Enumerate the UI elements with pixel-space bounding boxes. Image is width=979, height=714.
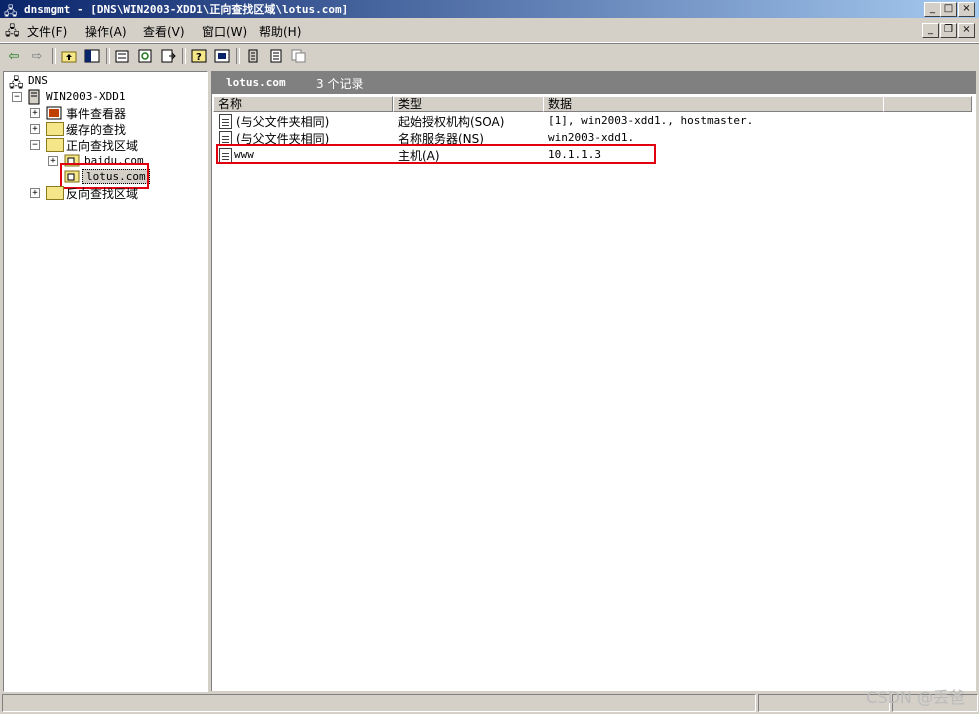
column-type[interactable]: 类型 xyxy=(393,96,544,112)
record-type: 起始授权机构(SOA) xyxy=(398,115,505,129)
collapse-icon[interactable]: − xyxy=(12,92,22,102)
column-name[interactable]: 名称 xyxy=(213,96,393,112)
highlight-box xyxy=(216,144,656,164)
column-filler xyxy=(883,96,972,112)
expand-icon[interactable]: + xyxy=(30,188,40,198)
new-record-icon[interactable] xyxy=(244,47,262,65)
console-menu-icon[interactable]: 🖧 xyxy=(5,22,20,44)
details-header: lotus.com 3 个记录 xyxy=(212,72,976,94)
menu-bar: 🖧 文件(F) 操作(A) 查看(V) 窗口(W) 帮助(H) _ ❐ × xyxy=(0,19,979,43)
window-title: dnsmgmt - [DNS\WIN2003-XDD1\正向查找区域\lotus… xyxy=(24,3,349,16)
toolbar-separator xyxy=(182,48,186,64)
status-cell xyxy=(2,694,756,712)
folder-open-icon xyxy=(46,138,64,152)
menu-window[interactable]: 窗口(W) xyxy=(202,23,247,40)
console-icon[interactable] xyxy=(213,47,231,65)
refresh-icon[interactable] xyxy=(136,47,154,65)
menu-file[interactable]: 文件(F) xyxy=(27,23,67,40)
expand-icon[interactable]: + xyxy=(30,124,40,134)
expand-icon[interactable]: + xyxy=(48,156,58,166)
zone-title: lotus.com xyxy=(226,76,286,89)
maximize-button[interactable]: □ xyxy=(940,2,957,17)
help-icon[interactable]: ? xyxy=(190,47,208,65)
tree-item-event-viewer[interactable]: 事件查看器 xyxy=(66,105,126,122)
folder-icon xyxy=(46,122,64,136)
new-record-2-icon[interactable] xyxy=(267,47,285,65)
record-data: win2003-xdd1. xyxy=(548,131,635,144)
tree-item-reverse-zones[interactable]: 反向查找区域 xyxy=(66,185,138,202)
console-tree[interactable]: 🖧 DNS − WIN2003-XDD1 + 事件查看器 + 缓存的查找 − 正… xyxy=(3,71,208,692)
forward-icon[interactable]: ⇨ xyxy=(28,47,46,65)
folder-icon xyxy=(46,186,64,200)
title-bar: 🖧 dnsmgmt - [DNS\WIN2003-XDD1\正向查找区域\lot… xyxy=(0,0,979,18)
toolbar-separator xyxy=(52,48,56,64)
child-close-button[interactable]: × xyxy=(958,23,975,38)
server-icon xyxy=(28,89,40,105)
toolbar-separator xyxy=(106,48,110,64)
up-folder-icon[interactable] xyxy=(60,47,78,65)
collapse-icon[interactable]: − xyxy=(30,140,40,150)
details-pane: lotus.com 3 个记录 名称 类型 数据 (与父文件夹相同) 起始授权机… xyxy=(211,71,976,691)
show-hide-tree-icon[interactable] xyxy=(83,47,101,65)
record-icon xyxy=(219,114,232,129)
menu-action[interactable]: 操作(A) xyxy=(85,23,127,40)
back-icon[interactable]: ⇦ xyxy=(5,47,23,65)
tree-item-server[interactable]: WIN2003-XDD1 xyxy=(46,90,125,103)
toolbar: ⇦ ⇨ ? xyxy=(0,43,979,68)
minimize-button[interactable]: _ xyxy=(924,2,941,17)
column-data[interactable]: 数据 xyxy=(543,96,884,112)
menu-view[interactable]: 查看(V) xyxy=(143,23,185,40)
event-viewer-icon xyxy=(46,106,62,120)
child-minimize-button[interactable]: _ xyxy=(922,23,939,38)
tree-item-forward-zones[interactable]: 正向查找区域 xyxy=(66,137,138,154)
toolbar-separator xyxy=(236,48,240,64)
tree-item-dns[interactable]: DNS xyxy=(28,74,48,87)
status-bar xyxy=(0,692,979,714)
watermark: CSDN @丢爸 xyxy=(866,688,965,707)
menu-help[interactable]: 帮助(H) xyxy=(259,23,301,40)
export-list-icon[interactable] xyxy=(159,47,177,65)
properties-icon[interactable] xyxy=(113,47,131,65)
child-restore-button[interactable]: ❐ xyxy=(940,23,957,38)
record-data: [1], win2003-xdd1., hostmaster. xyxy=(548,114,754,127)
record-count: 3 个记录 xyxy=(316,77,364,91)
tree-item-cached-lookups[interactable]: 缓存的查找 xyxy=(66,121,126,138)
expand-icon[interactable]: + xyxy=(30,108,40,118)
svg-text:?: ? xyxy=(196,52,202,63)
copy-icon[interactable] xyxy=(290,47,308,65)
column-header: 名称 类型 数据 xyxy=(212,96,976,112)
close-button[interactable]: × xyxy=(958,2,975,17)
record-name[interactable]: (与父文件夹相同) xyxy=(236,113,329,130)
